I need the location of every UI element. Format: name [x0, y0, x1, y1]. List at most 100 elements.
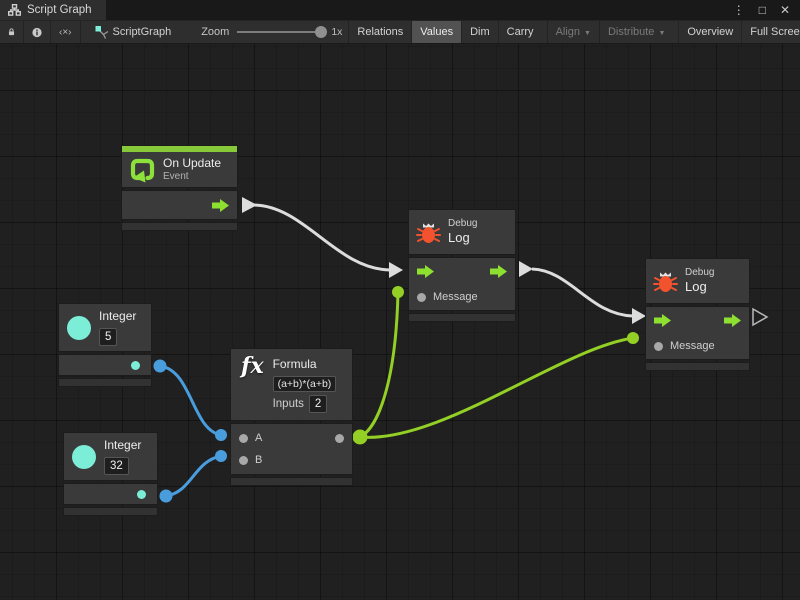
flow-output-port[interactable]	[724, 314, 741, 327]
integer-value-field[interactable]: 5	[99, 328, 117, 346]
node-ports: A B	[230, 423, 353, 475]
node-footer	[230, 477, 353, 486]
values-button[interactable]: Values	[411, 21, 461, 43]
formula-fx-icon: fx	[239, 355, 266, 377]
node-footer	[121, 222, 238, 231]
window-menu-icon[interactable]: ⋮	[733, 4, 745, 16]
node-ports	[58, 354, 152, 376]
flow-port-row	[409, 258, 515, 284]
node-title: Log	[448, 230, 477, 246]
inputs-label: Inputs	[273, 398, 304, 410]
relations-button[interactable]: Relations	[348, 21, 411, 43]
integer-literal-icon	[66, 315, 92, 341]
flow-output-port[interactable]	[490, 265, 507, 278]
flow-port-row	[646, 307, 749, 333]
integer-output-port[interactable]	[131, 361, 140, 370]
zoom-value: 1x	[331, 26, 342, 38]
node-integer-32[interactable]: Integer 32	[63, 432, 158, 516]
tab-title: Script Graph	[27, 4, 92, 16]
flow-output-port[interactable]	[212, 199, 229, 212]
node-header[interactable]: fx Formula (a+b)*(a+b) Inputs 2	[230, 348, 353, 421]
result-output-port[interactable]	[335, 434, 344, 443]
node-footer	[63, 507, 158, 516]
node-footer	[58, 378, 152, 387]
input-a-row: A	[231, 427, 352, 449]
message-input-port[interactable]	[654, 342, 663, 351]
node-formula[interactable]: fx Formula (a+b)*(a+b) Inputs 2 A	[230, 348, 353, 486]
graph-name: ScriptGraph	[113, 26, 172, 38]
edit-graph-button[interactable]: ‹×›	[51, 21, 81, 43]
port-label: A	[255, 432, 262, 444]
node-header[interactable]: Debug Log	[645, 258, 750, 304]
align-label: Align	[556, 26, 580, 38]
zoom-slider-track[interactable]	[237, 31, 325, 33]
node-header[interactable]: Integer 5	[58, 303, 152, 352]
tab-strip: Script Graph ⋮ □ ✕	[0, 0, 800, 20]
code-brackets-icon: ‹×›	[59, 27, 72, 38]
loop-event-icon	[129, 156, 156, 183]
message-input-port[interactable]	[417, 293, 426, 302]
node-ports: Message	[408, 257, 516, 311]
node-category: Debug	[448, 218, 477, 231]
integer-output-port[interactable]	[137, 490, 146, 499]
zoom-slider-handle[interactable]	[315, 26, 327, 38]
dim-button[interactable]: Dim	[461, 21, 498, 43]
input-a-port[interactable]	[239, 434, 248, 443]
bug-icon	[653, 270, 678, 293]
message-port-row: Message	[646, 333, 749, 359]
unity-script-graph-window: Script Graph ⋮ □ ✕ ‹×›	[0, 0, 800, 600]
integer-value-field[interactable]: 32	[104, 457, 129, 475]
node-header[interactable]: Integer 32	[63, 432, 158, 481]
integer-literal-icon	[71, 444, 97, 470]
port-label: Message	[670, 340, 715, 352]
node-footer	[408, 313, 516, 322]
bug-icon	[416, 221, 441, 244]
node-footer	[645, 362, 750, 371]
window-controls: ⋮ □ ✕	[733, 0, 800, 20]
node-integer-5[interactable]: Integer 5	[58, 303, 152, 387]
node-ports	[121, 190, 238, 220]
node-debug-log-2[interactable]: Debug Log Message	[645, 258, 750, 371]
distribute-button[interactable]: Distribute ▼	[599, 21, 673, 43]
node-title: Integer	[104, 438, 141, 453]
input-b-port[interactable]	[239, 456, 248, 465]
node-category: Debug	[685, 267, 714, 280]
flow-input-port[interactable]	[654, 314, 671, 327]
info-icon	[32, 26, 42, 39]
chevron-down-icon: ▼	[584, 30, 591, 37]
node-on-update[interactable]: On Update Event	[121, 145, 238, 231]
breadcrumb-graph-root[interactable]: ScriptGraph	[87, 21, 180, 43]
port-label: Message	[433, 291, 478, 303]
tab-script-graph[interactable]: Script Graph	[0, 0, 106, 20]
input-b-row: B	[231, 449, 352, 471]
align-button[interactable]: Align ▼	[547, 21, 599, 43]
chevron-down-icon: ▼	[658, 30, 665, 37]
maximize-icon[interactable]: □	[759, 4, 766, 16]
port-label: B	[255, 454, 262, 466]
node-header[interactable]: On Update Event	[121, 152, 238, 188]
node-debug-log-1[interactable]: Debug Log Message	[408, 209, 516, 322]
inputs-count-field[interactable]: 2	[309, 395, 327, 413]
info-button[interactable]	[24, 21, 51, 43]
message-port-row: Message	[409, 284, 515, 310]
hierarchy-icon	[8, 4, 21, 16]
flow-input-port[interactable]	[417, 265, 434, 278]
node-title: Log	[685, 279, 714, 295]
node-title: Formula	[273, 357, 317, 371]
event-accent-bar	[121, 145, 238, 152]
node-ports: Message	[645, 306, 750, 360]
lock-button[interactable]	[0, 21, 24, 43]
distribute-label: Distribute	[608, 26, 654, 38]
zoom-label: Zoom	[193, 21, 231, 43]
close-icon[interactable]: ✕	[780, 4, 790, 16]
formula-expression-field[interactable]: (a+b)*(a+b)	[273, 376, 337, 392]
script-graph-icon	[95, 25, 109, 39]
zoom-slider[interactable]: 1x	[231, 21, 348, 43]
overview-button[interactable]: Overview	[678, 21, 741, 43]
node-header[interactable]: Debug Log	[408, 209, 516, 255]
carry-button[interactable]: Carry	[498, 21, 542, 43]
full-screen-button[interactable]: Full Screen	[741, 21, 800, 43]
node-title: Integer	[99, 309, 136, 324]
node-title: On Update	[163, 156, 221, 171]
graph-toolbar: ‹×› ScriptGraph Zoom 1x Relations Values…	[0, 20, 800, 44]
